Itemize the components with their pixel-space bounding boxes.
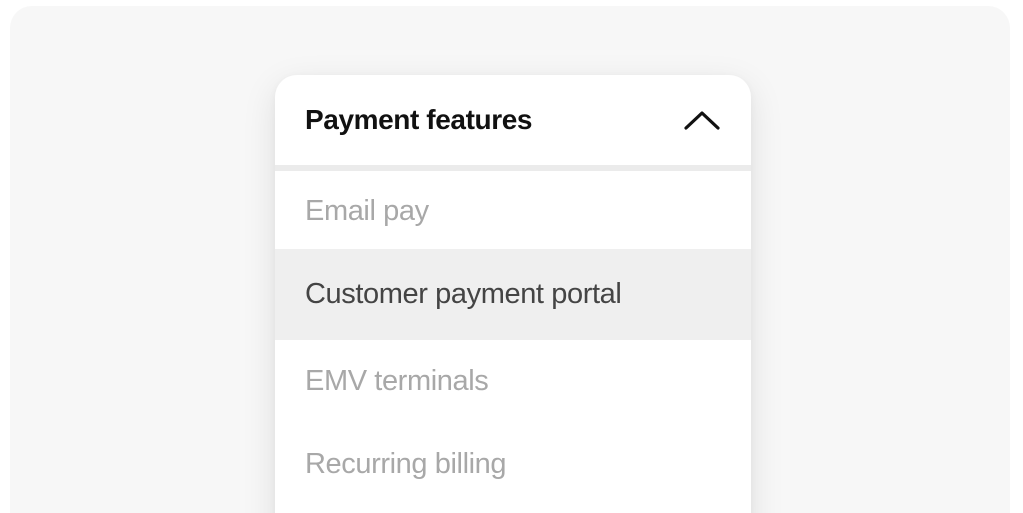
menu-item-label: Recurring billing [305,448,507,480]
menu-item-recurring-billing[interactable]: Recurring billing [275,423,751,506]
menu-item-customer-payment-portal[interactable]: Customer payment portal [275,249,751,340]
dropdown-header[interactable]: Payment features [275,75,751,165]
payment-features-dropdown: Payment features Email pay Customer paym… [275,75,751,513]
dropdown-menu: Email pay Customer payment portal EMV te… [275,171,751,506]
page-background: Payment features Email pay Customer paym… [10,6,1010,513]
chevron-up-icon[interactable] [683,108,721,132]
menu-item-emv-terminals[interactable]: EMV terminals [275,340,751,423]
menu-item-email-pay[interactable]: Email pay [275,171,751,249]
menu-item-label: Customer payment portal [305,278,622,310]
dropdown-title: Payment features [305,104,533,135]
menu-item-label: EMV terminals [305,365,489,397]
menu-item-label: Email pay [305,194,429,227]
